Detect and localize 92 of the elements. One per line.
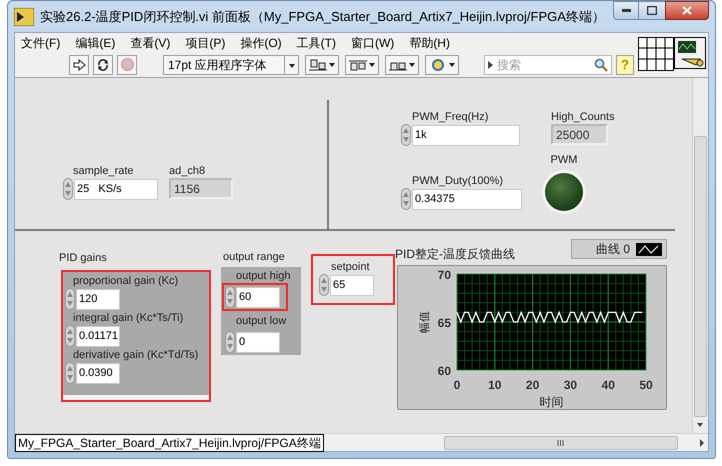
scroll-right-icon [698,438,706,448]
numeric-field[interactable]: 120 [76,288,120,310]
cycle-arrows-icon [96,58,110,72]
chart-title: PID整定-温度反馈曲线 [395,247,515,261]
legend-label: 曲线 0 [596,242,630,256]
run-arrow-icon [72,58,86,70]
dropdown-arrow-icon [329,62,335,66]
cluster-label: PID gains [59,252,107,264]
menu-item[interactable]: 编辑(E) [75,34,116,52]
connector-pane-icon [638,37,674,71]
numeric-field[interactable]: 0 [236,332,280,352]
indicator-label: ad_ch8 [169,164,206,178]
stop-icon [120,58,134,71]
spin-buttons[interactable] [225,286,235,308]
menu-item[interactable]: 文件(F) [21,34,60,52]
maximize-icon [647,6,657,15]
vertical-scrollbar[interactable] [692,78,708,433]
dropdown-arrow-icon [284,56,298,74]
menu-item[interactable]: 窗口(W) [350,34,394,52]
align-objects-icon [429,58,447,70]
app-icon [14,8,34,26]
x-tick-label: 30 [564,378,578,392]
menu-item[interactable]: 操作(O) [240,34,282,52]
align-objects-icon [309,58,327,70]
control-label: output low [236,315,286,327]
align-dropdown-button[interactable] [305,54,339,74]
dropdown-arrow-icon [409,62,415,66]
control-label: PWM_Duty(100%) [412,175,504,187]
numeric-indicator: 25000 [551,124,608,145]
menu-item[interactable]: 项目(P) [185,34,226,52]
run-button[interactable] [69,54,89,74]
control-label: sample_rate [73,165,134,177]
numeric-indicator: 1156 [169,178,233,199]
spin-buttons[interactable] [319,274,329,296]
x-tick-label: 0 [454,378,460,392]
numeric-field[interactable]: 0.34375 [412,188,522,210]
spin-buttons[interactable] [65,288,75,310]
y-tick-label: 60 [438,364,451,378]
minimize-icon [622,9,630,12]
indicator-label: PWM [550,153,578,167]
align-dropdown-button[interactable] [345,54,379,74]
spin-buttons[interactable] [401,188,411,210]
spin-buttons[interactable] [401,124,411,146]
minimize-button[interactable] [613,1,639,20]
grip-icon [557,440,564,446]
window-title: 实验26.2-温度PID闭环控制.vi 前面板（My_FPGA_Starter_Board_Artix7_Heijin.lvproj/FPGA终端） [40,8,605,26]
search-scope-icon [488,60,493,68]
control-label: integral gain (Kc*Ts/Ti) [73,312,184,324]
vi-icon [674,37,706,69]
numeric-field[interactable]: 0.0390 [76,362,120,384]
scroll-thumb[interactable] [444,436,678,450]
x-tick-label: 50 [639,378,653,392]
search-icon [594,58,608,72]
spin-buttons[interactable] [225,331,235,353]
spin-buttons[interactable] [63,178,73,200]
spin-buttons[interactable] [65,362,75,384]
align-objects-icon [349,58,367,70]
x-axis-title: 时间 [540,395,564,409]
spin-buttons[interactable] [65,325,75,347]
menu-item[interactable]: 查看(V) [130,34,170,52]
numeric-field[interactable]: 1k [412,124,520,146]
scroll-thumb[interactable] [694,136,707,417]
close-button[interactable] [665,1,709,20]
control-label: proportional gain (Kc) [73,275,178,287]
search-input[interactable]: 搜索 [497,56,590,74]
dropdown-arrow-icon [369,62,375,66]
x-tick-label: 40 [602,378,615,392]
maximize-button[interactable] [639,1,665,20]
close-icon [682,6,692,15]
align-dropdown-button[interactable] [385,54,419,74]
indicator-label: High_Counts [551,110,615,124]
numeric-field[interactable]: 0.01171 [76,326,120,346]
cluster-label: output range [223,251,285,263]
vi-path-label: My_FPGA_Starter_Board_Artix7_Heijin.lvproj/FPGA终端 [15,434,324,452]
control-label: derivative gain (Kc*Td/Ts) [73,349,198,361]
run-continuously-button[interactable] [93,54,113,74]
search-box[interactable]: 搜索 [484,54,612,74]
dropdown-arrow-icon [449,62,455,66]
menu-item[interactable]: 工具(T) [296,34,336,52]
numeric-field[interactable]: 60 [236,286,280,308]
y-tick-label: 65 [438,316,451,330]
menu-item[interactable]: 帮助(H) [409,34,450,52]
control-label: setpoint [331,261,370,273]
font-dropdown[interactable]: 17pt 应用程序字体 [163,54,299,74]
control-label: PWM_Freq(Hz) [412,111,488,123]
x-tick-label: 20 [526,378,540,392]
y-tick-label: 70 [438,268,451,282]
numeric-field[interactable]: 25 KS/s [74,178,158,200]
x-tick-label: 10 [488,378,502,392]
control-label: output high [236,270,290,282]
y-axis-title: 幅值 [419,311,431,333]
numeric-field[interactable]: 65 [330,274,374,296]
